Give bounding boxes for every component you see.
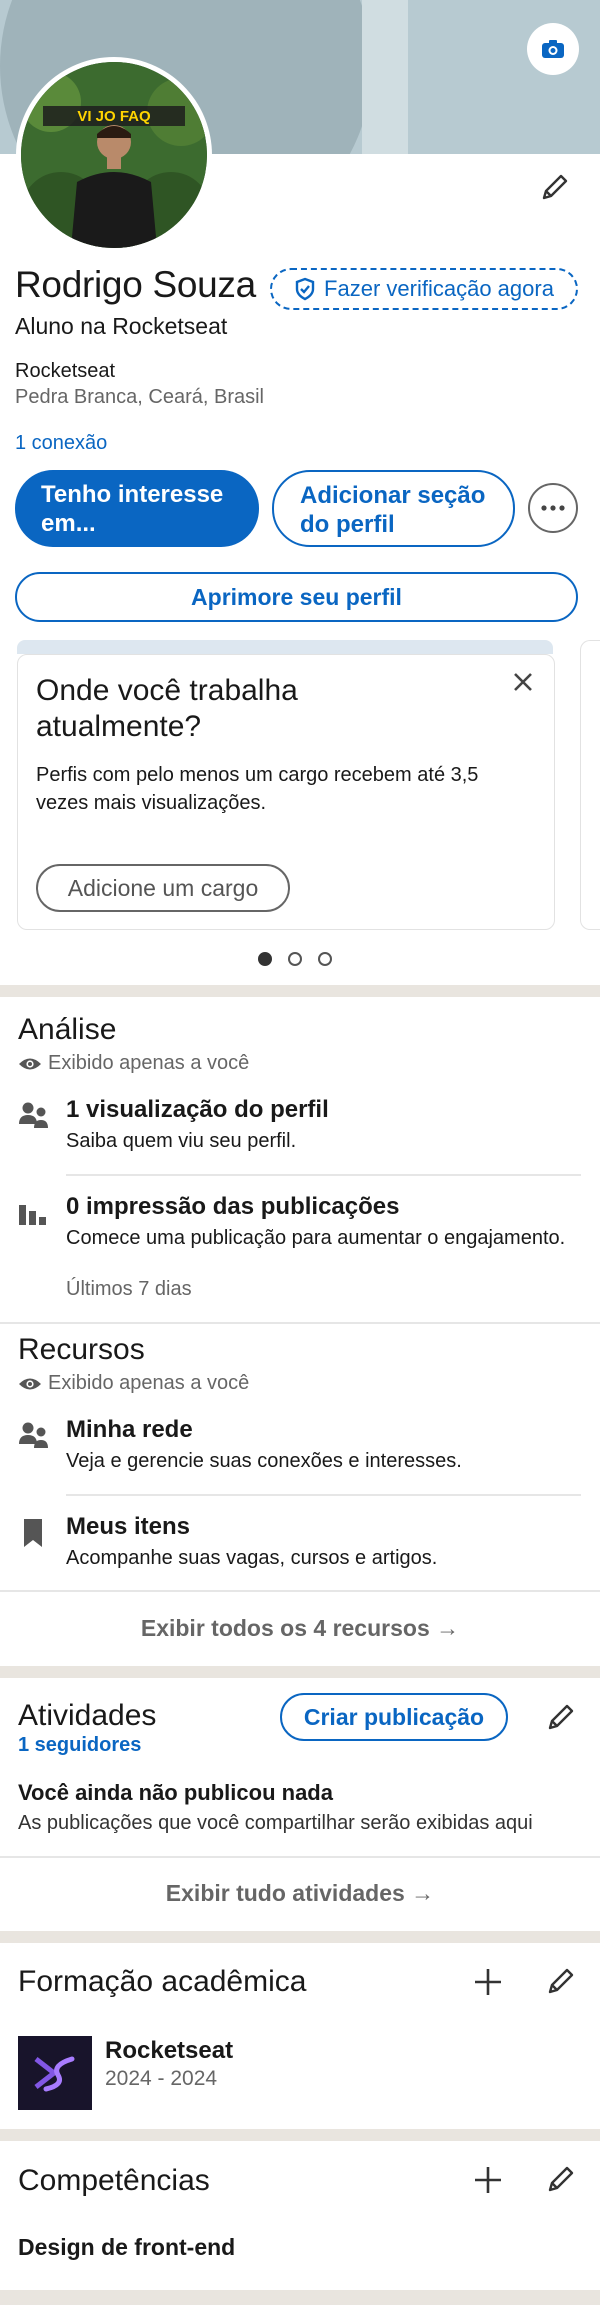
edit-intro-pencil-icon[interactable]	[540, 172, 570, 207]
analytics-visibility: Exibido apenas a você	[18, 1052, 249, 1075]
verify-label: Fazer verificação agora	[324, 276, 554, 301]
avatar-banner-text: VI JO FAQ	[77, 108, 151, 125]
education-school[interactable]: Rocketseat	[105, 2037, 233, 2065]
visibility-label: Exibido apenas a você	[48, 1052, 250, 1074]
bookmark-icon	[24, 1519, 42, 1547]
people-icon	[19, 1102, 48, 1128]
cover-shape	[408, 0, 600, 154]
divider	[66, 1174, 581, 1176]
edit-activity-pencil-icon[interactable]	[546, 1702, 576, 1737]
item-title: Meus itens	[66, 1513, 191, 1540]
bar-chart-icon	[19, 1205, 46, 1225]
divider	[0, 1322, 600, 1324]
my-items-item[interactable]: Meus itens Acompanhe suas vagas, cursos …	[18, 1513, 583, 1573]
card-stack-edge	[17, 640, 553, 654]
suggestion-card: Onde você trabalha atualmente? Perfis co…	[17, 654, 555, 930]
avatar[interactable]: VI JO FAQ	[16, 57, 212, 253]
card-text: Perfis com pelo menos um cargo recebem a…	[36, 764, 479, 814]
shield-check-icon	[295, 277, 315, 301]
carousel-dot[interactable]	[288, 952, 302, 966]
carousel-dot[interactable]	[258, 952, 272, 966]
divider	[66, 1494, 581, 1496]
close-icon[interactable]	[512, 671, 534, 698]
section-divider	[0, 985, 600, 997]
open-to-button[interactable]: Tenho interesse em...	[15, 470, 259, 547]
edit-skills-pencil-icon[interactable]	[546, 2164, 576, 2199]
more-options-icon[interactable]	[528, 483, 578, 533]
education-years: 2024 - 2024	[105, 2067, 218, 2090]
eye-icon	[19, 1378, 41, 1389]
analytics-title: Análise	[18, 1013, 117, 1046]
item-note: Últimos 7 dias	[66, 1278, 192, 1300]
divider	[0, 1590, 600, 1592]
profile-location: Pedra Branca, Ceará, Brasil	[15, 386, 265, 408]
item-subtitle: Veja e gerencie suas conexões e interess…	[66, 1450, 462, 1472]
eye-icon	[19, 1058, 41, 1069]
profile-company[interactable]: Rocketseat	[15, 360, 115, 383]
resources-title: Recursos	[18, 1333, 145, 1366]
next-card-peek[interactable]	[580, 640, 600, 930]
add-education-plus-icon[interactable]	[472, 1966, 504, 2003]
no-posts-text: As publicações que você compartilhar ser…	[18, 1812, 533, 1834]
item-subtitle: Acompanhe suas vagas, cursos e artigos.	[66, 1547, 438, 1569]
create-post-button[interactable]: Criar publicação	[280, 1693, 508, 1741]
profile-views-item[interactable]: 1 visualização do perfil Saiba quem viu …	[18, 1096, 583, 1156]
visibility-label: Exibido apenas a você	[48, 1372, 250, 1394]
profile-headline: Aluno na Rocketseat	[15, 313, 228, 339]
cover-shape	[362, 0, 408, 154]
no-posts-title: Você ainda não publicou nada	[18, 1780, 333, 1805]
camera-icon[interactable]	[527, 23, 579, 75]
followers-link[interactable]: 1 seguidores	[18, 1734, 141, 1757]
education-title: Formação acadêmica	[18, 1965, 307, 1998]
show-all-activity-link[interactable]: Exibir tudo atividades →	[0, 1880, 600, 1907]
profile-name: Rodrigo Souza	[15, 264, 256, 305]
my-network-item[interactable]: Minha rede Veja e gerencie suas conexões…	[18, 1416, 583, 1476]
carousel-dot[interactable]	[318, 952, 332, 966]
divider	[0, 1856, 600, 1858]
skill-item[interactable]: Design de front-end	[18, 2234, 235, 2261]
item-title: 0 impressão das publicações	[66, 1193, 400, 1220]
section-divider	[0, 2129, 600, 2141]
item-title: Minha rede	[66, 1416, 193, 1443]
add-skill-plus-icon[interactable]	[472, 2164, 504, 2201]
post-impressions-item[interactable]: 0 impressão das publicações Comece uma p…	[18, 1193, 583, 1300]
item-subtitle: Saiba quem viu seu perfil.	[66, 1130, 297, 1152]
people-icon	[19, 1422, 48, 1448]
show-all-resources-link[interactable]: Exibir todos os 4 recursos →	[0, 1615, 600, 1642]
carousel-pagination[interactable]	[258, 952, 332, 966]
section-divider	[0, 1666, 600, 1678]
skills-title: Competências	[18, 2164, 210, 2197]
section-divider	[0, 1931, 600, 1943]
rocketseat-logo[interactable]	[18, 2036, 92, 2110]
card-title: Onde você trabalha atualmente?	[36, 674, 298, 743]
improve-profile-button[interactable]: Aprimore seu perfil	[15, 572, 578, 622]
edit-education-pencil-icon[interactable]	[546, 1966, 576, 2001]
item-title: 1 visualização do perfil	[66, 1096, 329, 1123]
add-position-button[interactable]: Adicione um cargo	[36, 864, 290, 912]
profile-photo: VI JO FAQ	[21, 62, 207, 248]
verify-now-button[interactable]: Fazer verificação agora	[270, 268, 578, 310]
add-profile-section-button[interactable]: Adicionar seção do perfil	[272, 470, 515, 547]
section-divider	[0, 2290, 600, 2305]
resources-visibility: Exibido apenas a você	[18, 1372, 249, 1395]
item-subtitle: Comece uma publicação para aumentar o en…	[66, 1227, 566, 1249]
connections-link[interactable]: 1 conexão	[15, 432, 107, 455]
activity-title: Atividades	[18, 1699, 157, 1732]
